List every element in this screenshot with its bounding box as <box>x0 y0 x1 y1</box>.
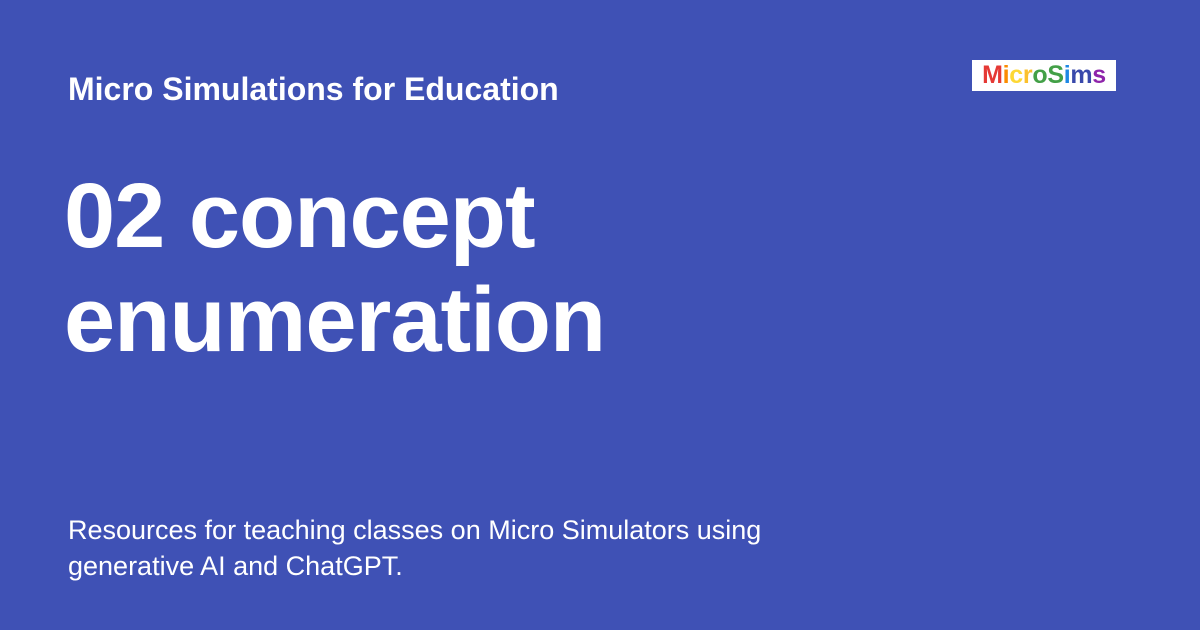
logo-letter: o <box>1032 61 1048 89</box>
social-card: Micro Simulations for Education MicroSim… <box>0 0 1200 630</box>
microsims-logo: MicroSims <box>972 60 1116 91</box>
logo-letter: m <box>1070 61 1093 89</box>
page-description: Resources for teaching classes on Micro … <box>68 515 762 581</box>
logo-letter: S <box>1047 61 1064 89</box>
page-title: 02 concept enumeration <box>64 165 606 371</box>
logo-letter: c <box>1009 61 1023 89</box>
logo-letter: i <box>1002 61 1010 89</box>
logo-letter: s <box>1092 61 1106 89</box>
logo-letter: i <box>1063 61 1071 89</box>
site-name: Micro Simulations for Education <box>68 71 559 107</box>
logo-letter: r <box>1022 61 1033 89</box>
logo-letter: M <box>982 61 1003 89</box>
